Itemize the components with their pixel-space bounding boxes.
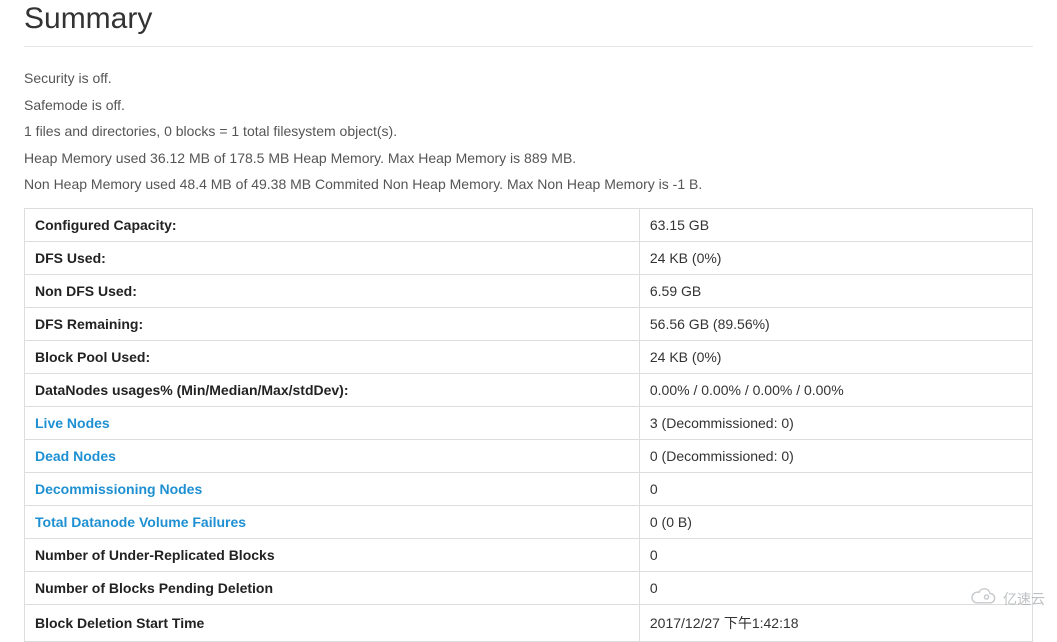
row-datanodes-usages-value: 0.00% / 0.00% / 0.00% / 0.00% — [639, 373, 1032, 406]
row-configured-capacity-label: Configured Capacity: — [25, 208, 640, 241]
row-pending-deletion-label: Number of Blocks Pending Deletion — [25, 571, 640, 604]
row-live-nodes-label: Live Nodes — [25, 406, 640, 439]
page-container: Summary Security is off. Safemode is off… — [0, 2, 1057, 642]
filesystem-status: 1 files and directories, 0 blocks = 1 to… — [24, 118, 1033, 145]
safemode-status: Safemode is off. — [24, 92, 1033, 119]
row-dfs-remaining-value: 56.56 GB (89.56%) — [639, 307, 1032, 340]
row-dfs-remaining-label: DFS Remaining: — [25, 307, 640, 340]
table-row: DFS Remaining: 56.56 GB (89.56%) — [25, 307, 1033, 340]
volume-failures-link[interactable]: Total Datanode Volume Failures — [35, 514, 246, 530]
row-volume-failures-label: Total Datanode Volume Failures — [25, 505, 640, 538]
live-nodes-link[interactable]: Live Nodes — [35, 415, 110, 431]
row-live-nodes-value: 3 (Decommissioned: 0) — [639, 406, 1032, 439]
row-volume-failures-value: 0 (0 B) — [639, 505, 1032, 538]
row-dead-nodes-label: Dead Nodes — [25, 439, 640, 472]
row-deletion-start-time-label: Block Deletion Start Time — [25, 604, 640, 641]
row-dfs-used-label: DFS Used: — [25, 241, 640, 274]
row-non-dfs-used-value: 6.59 GB — [639, 274, 1032, 307]
row-non-dfs-used-label: Non DFS Used: — [25, 274, 640, 307]
row-decommissioning-nodes-label: Decommissioning Nodes — [25, 472, 640, 505]
row-datanodes-usages-label: DataNodes usages% (Min/Median/Max/stdDev… — [25, 373, 640, 406]
table-row: DFS Used: 24 KB (0%) — [25, 241, 1033, 274]
row-block-pool-used-value: 24 KB (0%) — [639, 340, 1032, 373]
divider — [24, 46, 1033, 47]
cloud-icon — [969, 587, 997, 610]
table-row: Total Datanode Volume Failures 0 (0 B) — [25, 505, 1033, 538]
table-row: Block Deletion Start Time 2017/12/27 下午1… — [25, 604, 1033, 641]
table-row: Number of Under-Replicated Blocks 0 — [25, 538, 1033, 571]
heap-memory-status: Heap Memory used 36.12 MB of 178.5 MB He… — [24, 145, 1033, 172]
watermark-text: 亿速云 — [1003, 589, 1045, 609]
watermark: 亿速云 — [969, 587, 1045, 610]
table-row: Block Pool Used: 24 KB (0%) — [25, 340, 1033, 373]
nonheap-memory-status: Non Heap Memory used 48.4 MB of 49.38 MB… — [24, 171, 1033, 198]
table-row: Dead Nodes 0 (Decommissioned: 0) — [25, 439, 1033, 472]
security-status: Security is off. — [24, 65, 1033, 92]
summary-table: Configured Capacity: 63.15 GB DFS Used: … — [24, 208, 1033, 642]
table-row: Configured Capacity: 63.15 GB — [25, 208, 1033, 241]
dead-nodes-link[interactable]: Dead Nodes — [35, 448, 116, 464]
row-deletion-start-time-value: 2017/12/27 下午1:42:18 — [639, 604, 1032, 641]
row-dfs-used-value: 24 KB (0%) — [639, 241, 1032, 274]
row-under-replicated-value: 0 — [639, 538, 1032, 571]
table-row: Live Nodes 3 (Decommissioned: 0) — [25, 406, 1033, 439]
row-under-replicated-label: Number of Under-Replicated Blocks — [25, 538, 640, 571]
page-title: Summary — [24, 2, 1033, 36]
table-row: Number of Blocks Pending Deletion 0 — [25, 571, 1033, 604]
row-decommissioning-nodes-value: 0 — [639, 472, 1032, 505]
row-configured-capacity-value: 63.15 GB — [639, 208, 1032, 241]
row-block-pool-used-label: Block Pool Used: — [25, 340, 640, 373]
table-row: Decommissioning Nodes 0 — [25, 472, 1033, 505]
table-row: DataNodes usages% (Min/Median/Max/stdDev… — [25, 373, 1033, 406]
table-row: Non DFS Used: 6.59 GB — [25, 274, 1033, 307]
row-dead-nodes-value: 0 (Decommissioned: 0) — [639, 439, 1032, 472]
decommissioning-nodes-link[interactable]: Decommissioning Nodes — [35, 481, 202, 497]
